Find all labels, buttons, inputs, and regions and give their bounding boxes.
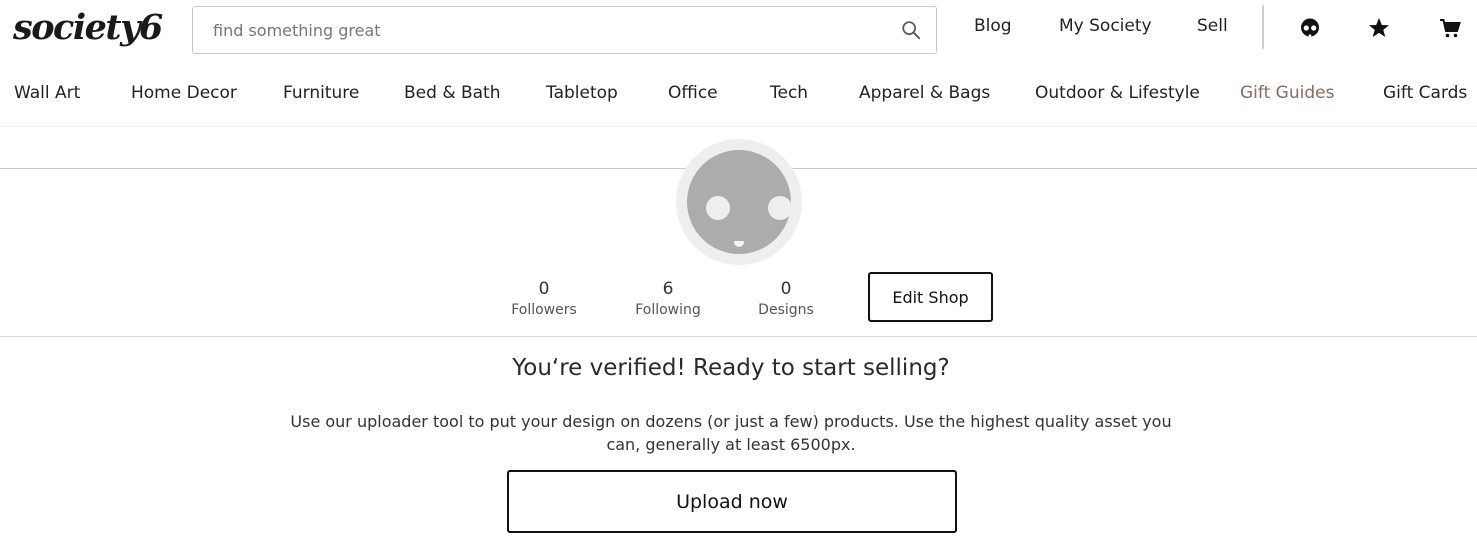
designs-stat[interactable]: 0 Designs [736, 278, 836, 320]
search-icon[interactable] [900, 19, 922, 41]
avatar-right-eye [768, 196, 792, 220]
nav-tabletop[interactable]: Tabletop [546, 81, 618, 105]
nav-divider [0, 126, 1477, 127]
sell-link[interactable]: Sell [1197, 14, 1228, 38]
cart-icon[interactable] [1438, 16, 1462, 40]
nav-apparel-bags[interactable]: Apparel & Bags [859, 81, 990, 105]
avatar-left-eye [706, 196, 730, 220]
followers-label: Followers [511, 302, 577, 318]
nav-wall-art[interactable]: Wall Art [14, 81, 80, 105]
search-box [192, 6, 937, 54]
nav-gift-guides[interactable]: Gift Guides [1240, 81, 1334, 105]
nav-tech[interactable]: Tech [770, 81, 808, 105]
following-count: 6 [662, 279, 674, 299]
society6-logo[interactable]: society6 [13, 6, 163, 50]
star-icon[interactable] [1367, 16, 1391, 40]
avatar [676, 139, 802, 265]
header-divider [1262, 5, 1264, 49]
followers-count: 0 [538, 279, 550, 299]
category-nav: Wall Art Home Decor Furniture Bed & Bath… [0, 78, 1477, 108]
designs-count: 0 [780, 279, 792, 299]
nav-outdoor-lifestyle[interactable]: Outdoor & Lifestyle [1035, 81, 1200, 105]
followers-stat[interactable]: 0 Followers [494, 278, 594, 320]
verified-description: Use our uploader tool to put your design… [290, 412, 1172, 454]
default-avatar-face [687, 150, 792, 254]
avatar-mouth [734, 241, 744, 247]
nav-office[interactable]: Office [668, 81, 718, 105]
nav-gift-cards[interactable]: Gift Cards [1383, 81, 1467, 105]
nav-home-decor[interactable]: Home Decor [131, 81, 237, 105]
designs-label: Designs [758, 302, 814, 318]
my-society-link[interactable]: My Society [1059, 14, 1152, 38]
nav-bed-bath[interactable]: Bed & Bath [404, 81, 501, 105]
stats-divider [0, 336, 1477, 337]
following-stat[interactable]: 6 Following [618, 278, 718, 320]
edit-shop-button[interactable]: Edit Shop [868, 272, 993, 322]
verified-heading: You‘re verified! Ready to start selling? [512, 355, 950, 381]
upload-now-button[interactable]: Upload now [507, 470, 957, 533]
following-label: Following [635, 302, 701, 318]
blog-link[interactable]: Blog [974, 14, 1012, 38]
search-input[interactable] [213, 7, 893, 53]
skull-icon[interactable] [1298, 16, 1322, 40]
top-header: society6 Blog My Society Sell [0, 0, 1477, 60]
nav-furniture[interactable]: Furniture [283, 81, 359, 105]
